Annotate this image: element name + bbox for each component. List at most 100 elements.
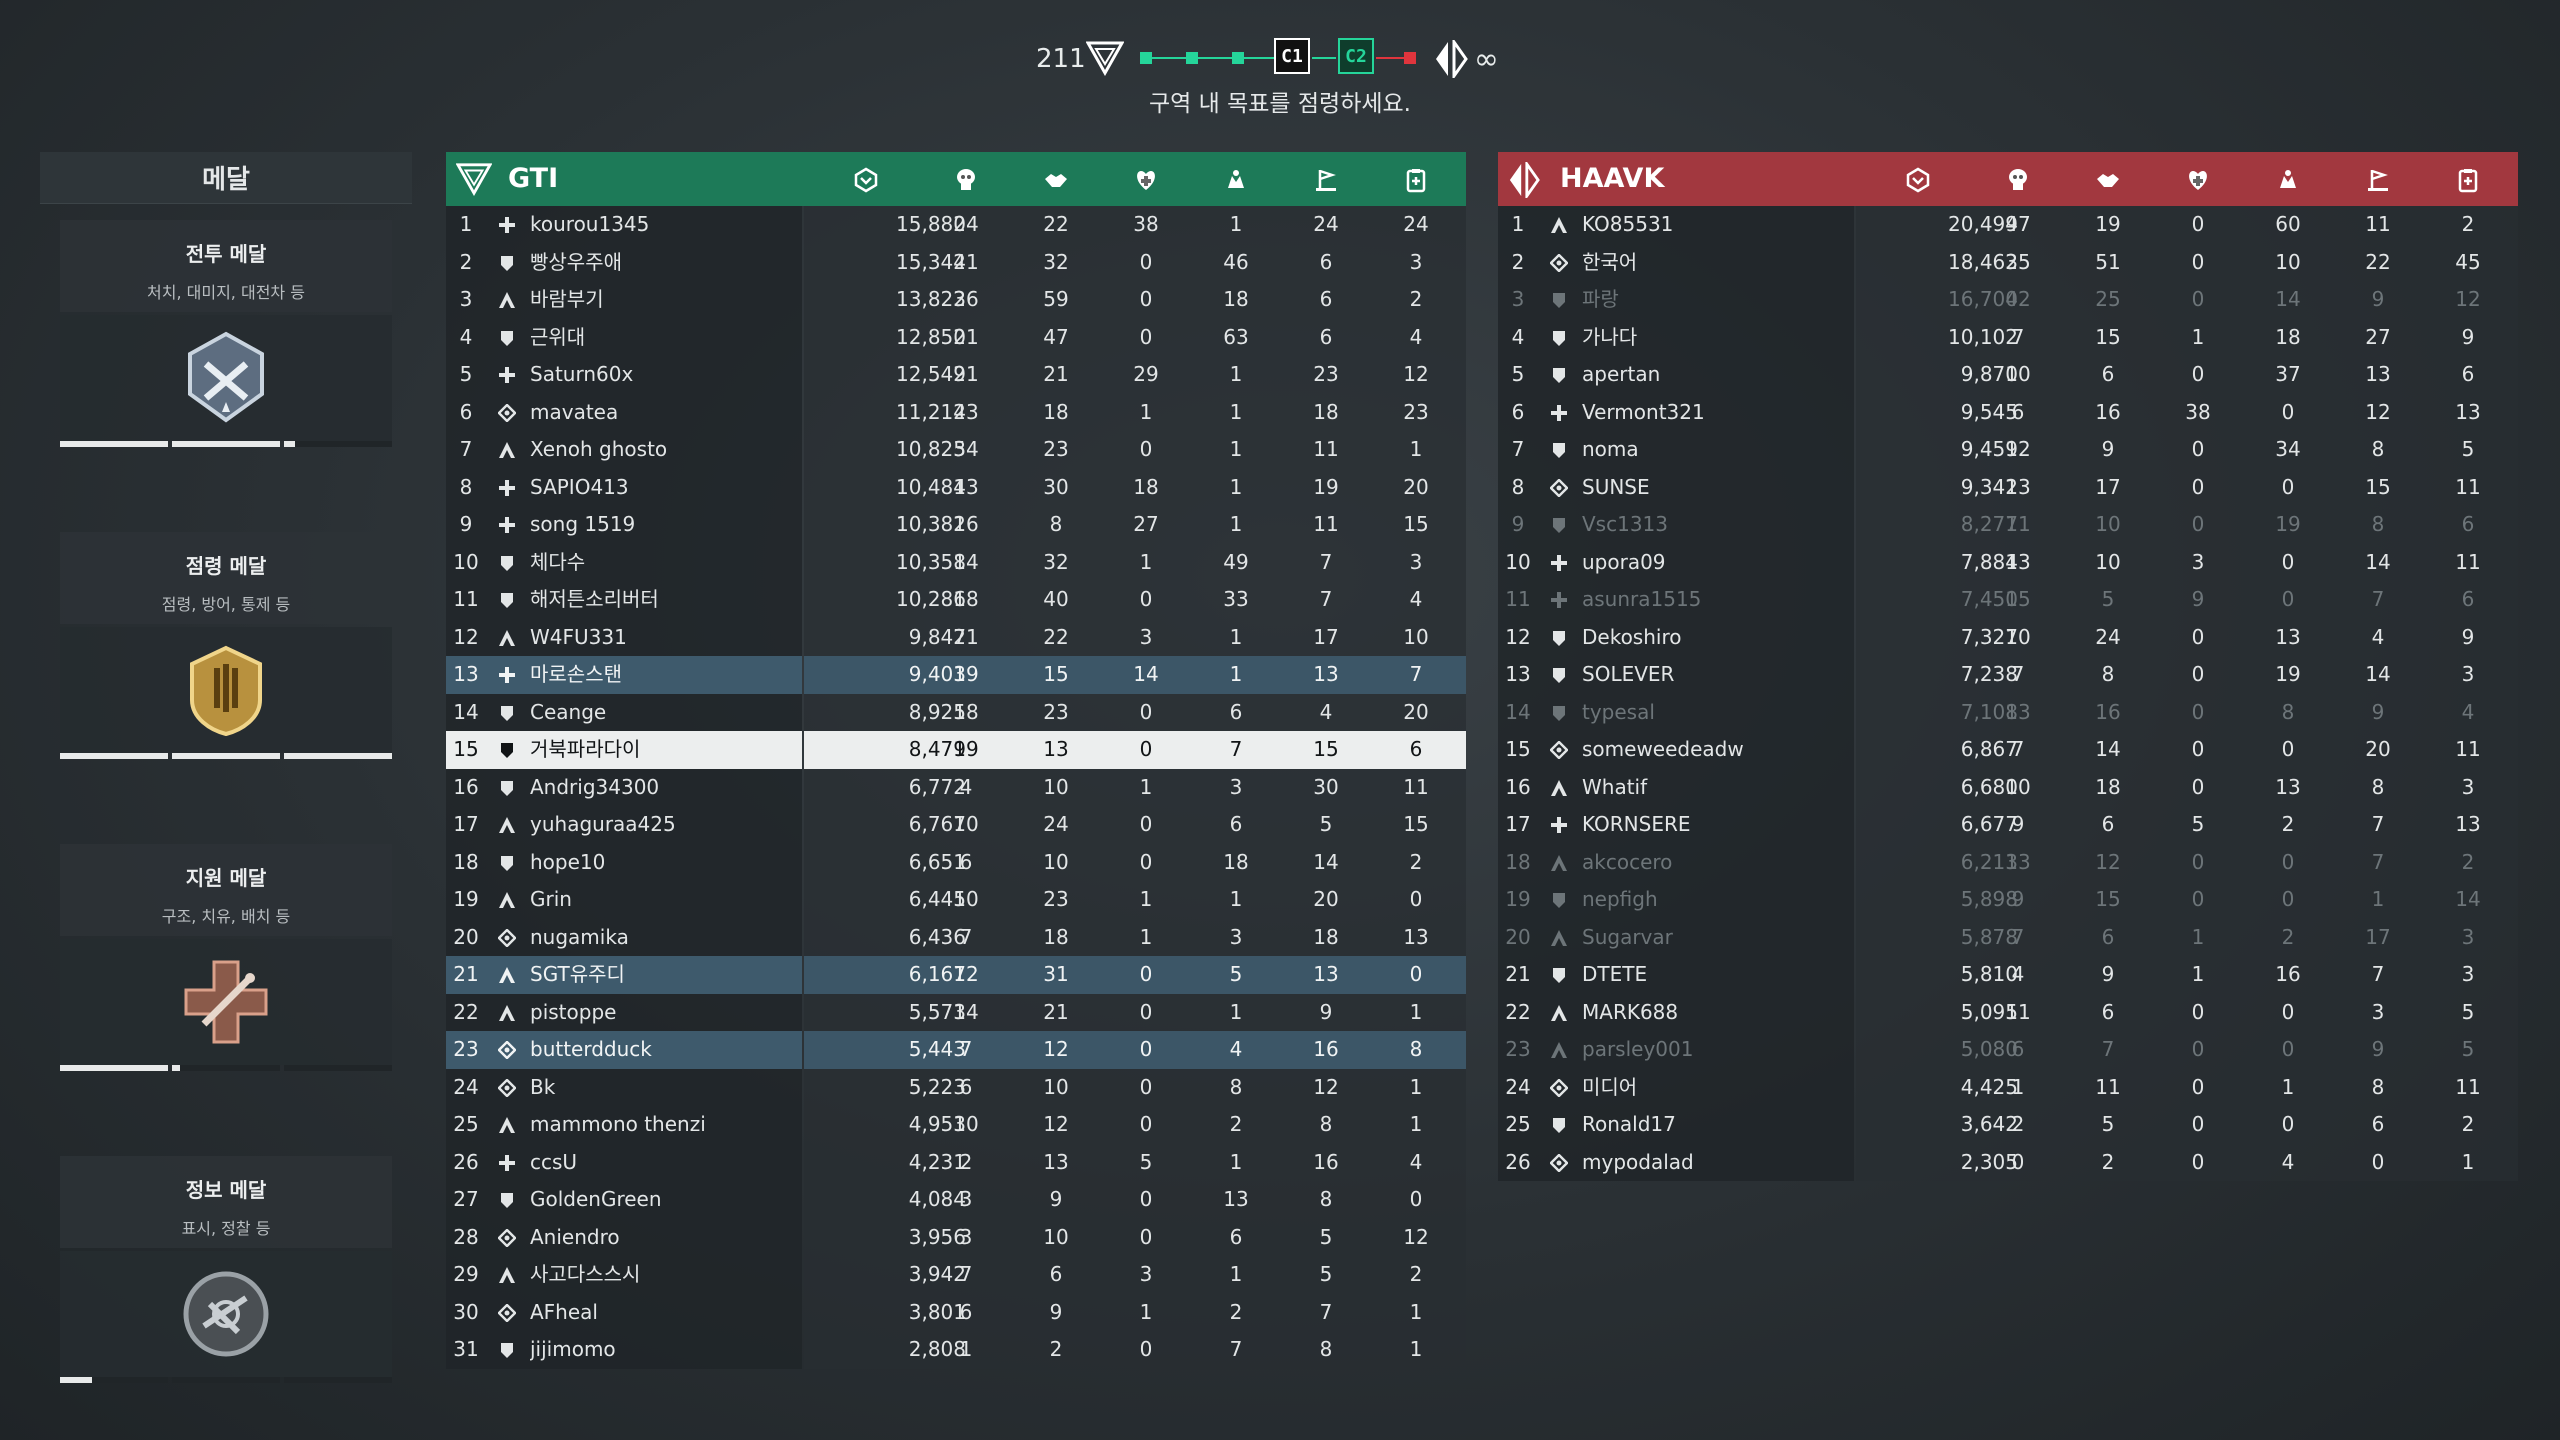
player-row[interactable]: 17 yuhaguraa425 6,767 10 24 0 6 5 15 [446,806,1466,844]
player-row[interactable]: 4 가나다 10,102 7 15 1 18 27 9 [1498,318,2518,356]
player-row[interactable]: 27 GoldenGreen 4,084 3 9 0 13 8 0 [446,1181,1466,1219]
player-row[interactable]: 22 pistoppe 5,573 14 21 0 1 9 1 [446,993,1466,1031]
deaths-icon[interactable] [1222,166,1250,194]
player-stat-deaths: 0 [2281,737,2295,761]
deaths-icon[interactable] [2274,166,2302,194]
medal-card-header: 점령 메달 점령, 방어, 통제 등 [60,532,392,624]
player-stat-support: 1 [1409,1299,1423,1324]
player-row[interactable]: 9 song 1519 10,382 16 8 27 1 11 15 [446,506,1466,544]
player-row[interactable]: 2 빵상우주애 15,342 41 32 0 46 6 3 [446,243,1466,281]
player-row[interactable]: 8 SUNSE 9,341 23 17 0 0 15 11 [1498,468,2518,506]
player-stat-revives: 0 [1139,962,1153,986]
player-row[interactable]: 2 한국어 18,462 35 51 0 10 22 45 [1498,243,2518,281]
player-row[interactable]: 8 SAPIO413 10,484 13 30 18 1 19 20 [446,468,1466,506]
player-stat-objective: 7 [2371,849,2385,874]
assault-class-icon [1551,779,1567,796]
player-row[interactable]: 28 Aniendro 3,956 3 10 0 6 5 12 [446,1218,1466,1256]
player-row[interactable]: 4 근위대 12,850 21 47 0 63 6 4 [446,318,1466,356]
score-icon[interactable] [1904,166,1932,194]
player-stat-kills: 10 [953,1112,979,1136]
player-row[interactable]: 26 ccsU 4,231 2 13 5 1 16 4 [446,1143,1466,1181]
revives-icon[interactable] [2184,166,2212,194]
player-stat-objective: 4 [1319,699,1333,724]
player-row[interactable]: 18 akcocero 6,213 13 12 0 0 7 2 [1498,843,2518,881]
player-row[interactable]: 15 거북파라다이 8,479 19 13 0 7 15 6 [446,731,1466,769]
player-row[interactable]: 16 Whatif 6,680 10 18 0 13 8 3 [1498,768,2518,806]
player-stat-deaths: 6 [1229,812,1243,836]
player-row[interactable]: 19 Grin 6,445 10 23 1 1 20 0 [446,881,1466,919]
objective-link [1312,57,1336,59]
player-row[interactable]: 10 upora09 7,884 13 10 3 0 14 11 [1498,543,2518,581]
player-row[interactable]: 6 mavatea 11,214 23 18 1 1 18 23 [446,393,1466,431]
player-row[interactable]: 31 jijimomo 2,808 1 2 0 7 8 1 [446,1331,1466,1369]
player-row[interactable]: 20 nugamika 6,436 7 18 1 3 18 13 [446,918,1466,956]
kills-icon[interactable] [952,166,980,194]
player-row[interactable]: 25 Ronald17 3,642 2 5 0 0 6 2 [1498,1106,2518,1144]
player-row[interactable]: 15 someweedeadw 6,867 7 14 0 0 20 11 [1498,731,2518,769]
player-rank: 24 [1505,1074,1531,1099]
player-row[interactable]: 7 noma 9,459 12 9 0 34 8 5 [1498,431,2518,469]
player-stat-revives: 0 [2191,474,2205,499]
player-row[interactable]: 13 SOLEVER 7,238 7 8 0 19 14 3 [1498,656,2518,694]
player-row[interactable]: 19 nepfigh 5,898 9 15 0 0 1 14 [1498,881,2518,919]
player-row[interactable]: 23 parsley001 5,080 6 7 0 0 9 5 [1498,1031,2518,1069]
player-row[interactable]: 20 Sugarvar 5,878 7 6 1 2 17 3 [1498,918,2518,956]
player-stat-objective: 11 [1313,437,1339,461]
player-rank: 3 [459,287,473,311]
support-icon[interactable] [1402,166,1430,194]
player-row[interactable]: 14 Ceange 8,925 18 23 0 6 4 20 [446,693,1466,731]
objective-icon[interactable] [1312,166,1340,194]
player-row[interactable]: 25 mammono thenzi 4,953 10 12 0 2 8 1 [446,1106,1466,1144]
medal-panel: 메달 전투 메달 처치, 대미지, 대전차 등 점령 메달 점령, 방어, 통제… [40,152,412,1392]
player-row[interactable]: 14 typesal 7,108 13 16 0 8 9 4 [1498,693,2518,731]
player-stat-kills: 6 [959,849,973,874]
player-row[interactable]: 10 체다수 10,358 14 32 1 49 7 3 [446,543,1466,581]
player-row[interactable]: 6 Vermont321 9,545 6 16 38 0 12 13 [1498,393,2518,431]
player-stat-revives: 0 [1139,1224,1153,1249]
support-icon[interactable] [2454,166,2482,194]
player-rank: 21 [1505,962,1531,986]
player-row[interactable]: 24 미디어 4,425 1 11 0 1 8 11 [1498,1068,2518,1106]
player-stat-deaths: 1 [2281,1074,2295,1099]
revives-icon[interactable] [1132,166,1160,194]
player-row[interactable]: 30 AFheal 3,801 6 9 1 2 7 1 [446,1293,1466,1331]
player-row[interactable]: 5 apertan 9,870 10 6 0 37 13 6 [1498,356,2518,394]
player-row[interactable]: 7 Xenoh ghosto 10,825 34 23 0 1 11 1 [446,431,1466,469]
player-row[interactable]: 1 kourou1345 15,880 24 22 38 1 24 24 [446,206,1466,244]
player-row[interactable]: 1 KO85531 20,499 47 19 0 60 11 2 [1498,206,2518,244]
player-row[interactable]: 13 마로손스탠 9,403 19 15 14 1 13 7 [446,656,1466,694]
assault-class-icon [499,1004,515,1021]
assists-icon[interactable] [1042,166,1070,194]
player-row[interactable]: 21 SGT유주디 6,167 12 31 0 5 13 0 [446,956,1466,994]
score-icon[interactable] [852,166,880,194]
player-stat-deaths: 13 [2275,774,2301,799]
player-row[interactable]: 16 Andrig34300 6,772 4 10 1 3 30 11 [446,768,1466,806]
player-stat-support: 13 [2455,399,2481,424]
player-row[interactable]: 12 W4FU331 9,847 21 22 3 1 17 10 [446,618,1466,656]
player-row[interactable]: 3 바람부기 13,822 36 59 0 18 6 2 [446,281,1466,319]
player-row[interactable]: 21 DTETE 5,810 4 9 1 16 7 3 [1498,956,2518,994]
player-row[interactable]: 24 Bk 5,223 6 10 0 8 12 1 [446,1068,1466,1106]
kills-icon[interactable] [2004,166,2032,194]
player-row[interactable]: 11 해저튼소리버터 10,286 18 40 0 33 7 4 [446,581,1466,619]
player-row[interactable]: 23 butterdduck 5,443 7 12 0 4 16 8 [446,1031,1466,1069]
player-row[interactable]: 29 사고다스스시 3,942 7 6 3 1 5 2 [446,1256,1466,1294]
player-row[interactable]: 3 파랑 16,700 42 25 0 14 9 12 [1498,281,2518,319]
player-stat-assists: 16 [2095,699,2121,724]
player-name: mammono thenzi [530,1112,706,1136]
player-stat-support: 2 [1409,1262,1423,1286]
player-row[interactable]: 18 hope10 6,651 6 10 0 18 14 2 [446,843,1466,881]
player-row[interactable]: 12 Dekoshiro 7,327 10 24 0 13 4 9 [1498,618,2518,656]
player-row[interactable]: 9 Vsc1313 8,277 11 10 0 19 8 6 [1498,506,2518,544]
team-name: HAAVK [1560,163,1665,194]
engineer-class-icon [1553,630,1565,646]
player-row[interactable]: 5 Saturn60x 12,549 21 21 29 1 23 12 [446,356,1466,394]
player-row[interactable]: 22 MARK688 5,095 11 6 0 0 3 5 [1498,993,2518,1031]
player-row[interactable]: 11 asunra1515 7,450 15 5 9 0 7 6 [1498,581,2518,619]
player-row[interactable]: 26 mypodalad 2,305 0 2 0 4 0 1 [1498,1143,2518,1181]
player-stat-revives: 0 [1139,849,1153,874]
assists-icon[interactable] [2094,166,2122,194]
player-row[interactable]: 17 KORNSERE 6,677 9 6 5 2 7 13 [1498,806,2518,844]
objective-icon[interactable] [2364,166,2392,194]
player-stat-objective: 14 [2365,662,2391,686]
